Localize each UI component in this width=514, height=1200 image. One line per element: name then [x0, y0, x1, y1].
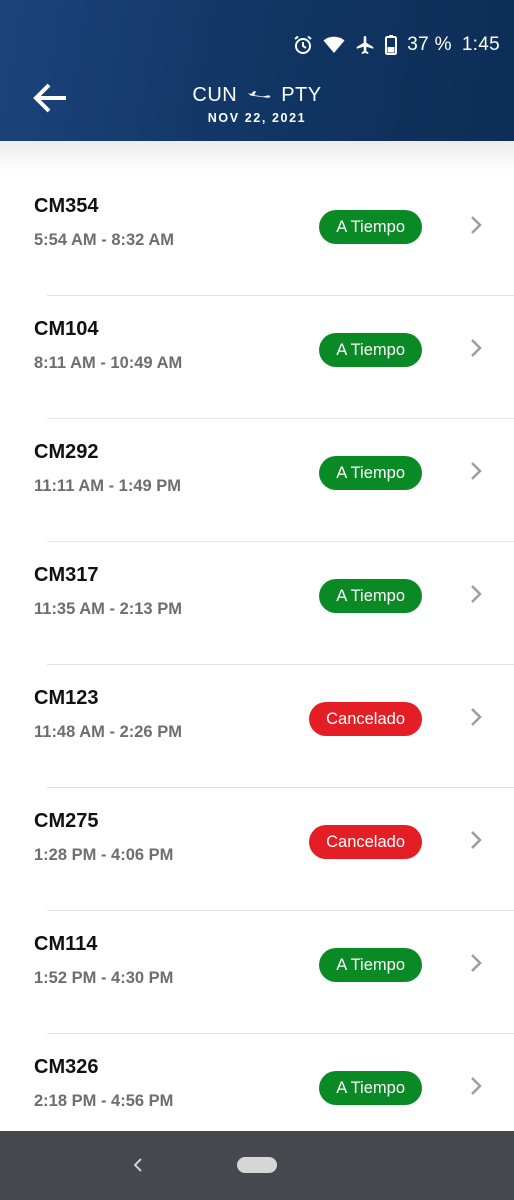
- status-badge: A Tiempo: [319, 456, 422, 490]
- status-badge: A Tiempo: [319, 210, 422, 244]
- chevron-right-icon: [470, 215, 482, 240]
- flight-number: CM326: [34, 1056, 99, 1078]
- chevron-right-icon: [470, 1076, 482, 1101]
- flight-times: 1:52 PM - 4:30 PM: [34, 969, 174, 987]
- app-header: 37 % 1:45 CUN PTY NOV 22, 2021: [0, 0, 514, 141]
- status-badge: A Tiempo: [319, 333, 422, 367]
- flight-times: 11:48 AM - 2:26 PM: [34, 723, 182, 741]
- flight-row[interactable]: CM317 11:35 AM - 2:13 PM A Tiempo: [0, 542, 514, 665]
- status-badge: Cancelado: [309, 825, 422, 859]
- flight-row[interactable]: CM104 8:11 AM - 10:49 AM A Tiempo: [0, 296, 514, 419]
- flight-row[interactable]: CM354 5:54 AM - 8:32 AM A Tiempo: [0, 173, 514, 296]
- flight-times: 1:28 PM - 4:06 PM: [34, 846, 174, 864]
- flight-times: 11:11 AM - 1:49 PM: [34, 477, 182, 495]
- nav-back-icon[interactable]: [132, 1155, 144, 1180]
- origin-code: CUN: [192, 84, 238, 106]
- battery-percent: 37 %: [407, 34, 452, 55]
- nav-home-pill[interactable]: [237, 1157, 277, 1173]
- flight-number: CM317: [34, 564, 99, 586]
- flight-row[interactable]: CM114 1:52 PM - 4:30 PM A Tiempo: [0, 911, 514, 1034]
- flight-times: 11:35 AM - 2:13 PM: [34, 600, 182, 618]
- flight-times: 8:11 AM - 10:49 AM: [34, 354, 183, 372]
- route-title: CUN PTY NOV 22, 2021: [0, 84, 514, 125]
- flight-row[interactable]: CM123 11:48 AM - 2:26 PM Cancelado: [0, 665, 514, 788]
- flight-row[interactable]: CM292 11:11 AM - 1:49 PM A Tiempo: [0, 419, 514, 542]
- status-badge: A Tiempo: [319, 579, 422, 613]
- airplane-mode-icon: [355, 35, 375, 55]
- chevron-right-icon: [470, 707, 482, 732]
- system-nav-bar: [0, 1131, 514, 1200]
- chevron-right-icon: [470, 830, 482, 855]
- flight-number: CM114: [34, 933, 98, 955]
- alarm-icon: [293, 35, 313, 55]
- battery-icon: [385, 35, 398, 55]
- status-bar: 37 % 1:45: [293, 30, 500, 60]
- flight-number: CM104: [34, 318, 99, 340]
- header-shadow: [0, 141, 514, 173]
- flight-times: 2:18 PM - 4:56 PM: [34, 1092, 174, 1110]
- clock: 1:45: [461, 34, 500, 55]
- chevron-right-icon: [470, 338, 482, 363]
- flight-list: CM354 5:54 AM - 8:32 AM A Tiempo CM104 8…: [0, 173, 514, 1157]
- flight-row[interactable]: CM275 1:28 PM - 4:06 PM Cancelado: [0, 788, 514, 911]
- flight-number: CM292: [34, 441, 99, 463]
- chevron-right-icon: [470, 584, 482, 609]
- flight-date: NOV 22, 2021: [207, 111, 307, 125]
- destination-code: PTY: [281, 84, 322, 106]
- chevron-right-icon: [470, 461, 482, 486]
- flight-number: CM275: [34, 810, 99, 832]
- flight-times: 5:54 AM - 8:32 AM: [34, 231, 174, 249]
- status-badge: A Tiempo: [319, 1071, 422, 1105]
- chevron-right-icon: [470, 953, 482, 978]
- status-badge: Cancelado: [309, 702, 422, 736]
- flight-number: CM354: [34, 195, 99, 217]
- wifi-icon: [323, 36, 345, 54]
- flight-number: CM123: [34, 687, 99, 709]
- status-badge: A Tiempo: [319, 948, 422, 982]
- plane-icon: [247, 84, 271, 107]
